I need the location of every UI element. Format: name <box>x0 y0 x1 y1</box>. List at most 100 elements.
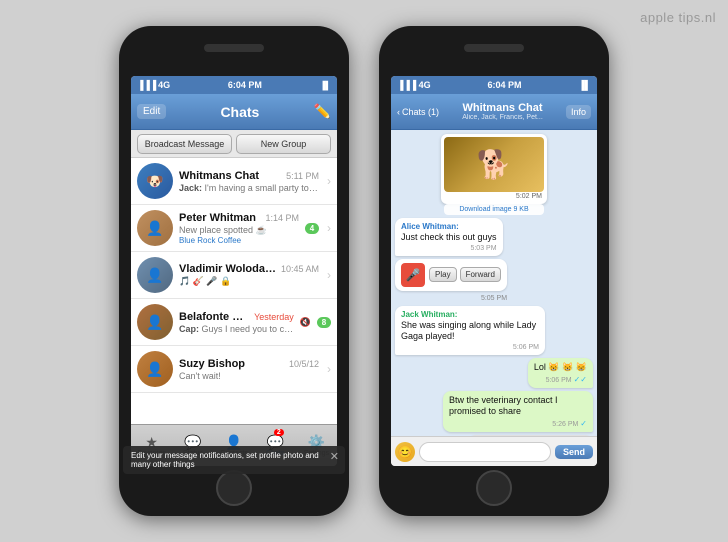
nav-bar-left: Edit Chats ✏️ <box>131 94 337 130</box>
chat-name-vladimir: Vladimir Wolodarsky <box>179 263 277 275</box>
voice-record-icon: 🎤 <box>401 263 425 287</box>
phone-right-screen: ▐▐▐ 4G 6:04 PM ▐▌ ‹ Chats (1) Whitmans C… <box>391 76 597 466</box>
phone-left-screen: ▐▐▐ 4G 6:04 PM ▐▌ Edit Chats ✏️ Broadcas… <box>131 76 337 466</box>
broadcast-button[interactable]: Broadcast Message <box>137 134 232 154</box>
msg-download-bar[interactable]: Download image 9 KB <box>444 204 544 215</box>
msg-image-container: 🐕 5:02 PM <box>441 134 547 204</box>
info-button[interactable]: Info <box>566 105 591 119</box>
home-button-right[interactable] <box>476 470 512 506</box>
chat-list: 🐶 Whitmans Chat 5:11 PM Jack: I'm having… <box>131 158 337 424</box>
input-bar: 😊 Send <box>391 436 597 466</box>
chat-item-suzy[interactable]: 👤 Suzy Bishop 10/5/12 Can't wait! › <box>131 346 337 393</box>
chevron-peter: › <box>327 221 331 235</box>
msg-jack-text: Jack Whitman: She was singing along whil… <box>395 306 545 355</box>
edit-button[interactable]: Edit <box>137 104 166 119</box>
network-type: 4G <box>158 80 170 90</box>
chevron-suzy: › <box>327 362 331 376</box>
messages-area: 🐕 5:02 PM Download image 9 KB Alice Whit… <box>391 130 597 436</box>
msg-time-lol: 5:06 PM ✓✓ <box>534 375 587 384</box>
chat-preview-peter: New place spotted ☕ <box>179 225 299 236</box>
chat-name-peter: Peter Whitman <box>179 212 256 224</box>
signal-left: ▐▐▐ 4G <box>137 80 170 90</box>
time-left: 6:04 PM <box>228 80 262 90</box>
status-bar-left: ▐▐▐ 4G 6:04 PM ▐▌ <box>131 76 337 94</box>
chat-detail-title-area: Whitmans Chat Alice, Jack, Francis, Pet.… <box>439 102 566 121</box>
battery-left: ▐▌ <box>320 81 331 90</box>
back-chevron-icon: ‹ <box>397 107 400 117</box>
chat-item-peter[interactable]: 👤 Peter Whitman 1:14 PM New place spotte… <box>131 205 337 252</box>
chat-time-peter: 1:14 PM <box>265 213 299 223</box>
chat-item-whitmans[interactable]: 🐶 Whitmans Chat 5:11 PM Jack: I'm having… <box>131 158 337 205</box>
voice-controls: Play Forward <box>429 267 501 282</box>
battery-right: ▐▌ <box>578 80 591 90</box>
msg-sent-lol: Lol 😸 😸 😸 5:06 PM ✓✓ <box>528 358 593 388</box>
chat-time-suzy: 10/5/12 <box>289 359 319 369</box>
watermark: apple tips.nl <box>640 10 716 25</box>
chat-time-whitmans: 5:11 PM <box>286 171 319 181</box>
send-button[interactable]: Send <box>555 445 593 459</box>
msg-sender-jack: Jack Whitman: <box>401 310 539 319</box>
chat-content-peter: Peter Whitman 1:14 PM New place spotted … <box>179 212 299 245</box>
voice-forward-button[interactable]: Forward <box>460 267 501 282</box>
status-bar-right: ▐▐▐ 4G 6:04 PM ▐▌ <box>391 76 597 94</box>
msg-image-row: 🐕 5:02 PM Download image 9 KB <box>395 134 593 215</box>
chat-content-vladimir: Vladimir Wolodarsky 10:45 AM 🎵 🎸 🎤 🔒 <box>179 263 319 287</box>
new-group-button[interactable]: New Group <box>236 134 331 154</box>
chat-name-belafonte: Belafonte Crew <box>179 311 250 323</box>
msg-sender-alice: Alice Whitman: <box>401 222 497 231</box>
msg-image-thumb: 🐕 <box>444 137 544 192</box>
compose-button[interactable]: ✏️ <box>314 103 331 120</box>
voice-time: 5:05 PM <box>395 295 593 302</box>
chat-name-whitmans: Whitmans Chat <box>179 170 259 182</box>
avatar-belafonte: 👤 <box>137 304 173 340</box>
battery-icon: ▐▌ <box>320 81 331 90</box>
msg-time-alice: 5:03 PM <box>401 245 497 252</box>
msg-text-btw: Btw the veterinary contact I promised to… <box>449 395 587 418</box>
msg-text-lol: Lol 😸 😸 😸 <box>534 362 587 374</box>
chat-name-suzy: Suzy Bishop <box>179 358 245 370</box>
chats-title: Chats <box>166 104 313 120</box>
chat-detail-nav: ‹ Chats (1) Whitmans Chat Alice, Jack, F… <box>391 94 597 130</box>
mute-icon-belafonte: 🔇 <box>300 317 311 328</box>
back-label: Chats (1) <box>402 107 439 117</box>
avatar-peter: 👤 <box>137 210 173 246</box>
emoji-button[interactable]: 😊 <box>395 442 415 462</box>
avatar-suzy: 👤 <box>137 351 173 387</box>
msg-sent-btw: Btw the veterinary contact I promised to… <box>443 391 593 432</box>
back-button[interactable]: ‹ Chats (1) <box>397 107 439 117</box>
chat-time-belafonte: Yesterday <box>254 312 294 322</box>
action-bar: Broadcast Message New Group <box>131 130 337 158</box>
home-button-left[interactable] <box>216 470 252 506</box>
chat-preview-belafonte: Cap: Guys I need you to come... <box>179 324 294 334</box>
page-background: apple tips.nl ▐▐▐ 4G 6:04 PM ▐▌ Edit Cha… <box>0 0 728 542</box>
chats-tab-badge: 2 <box>274 429 284 436</box>
msg-alice-text: Alice Whitman: Just check this out guys … <box>395 218 503 256</box>
checkmarks-btw: ✓ <box>580 419 587 428</box>
voice-play-button[interactable]: Play <box>429 267 457 282</box>
checkmarks-lol: ✓✓ <box>574 375 587 384</box>
msg-time-btw: 5:26 PM ✓ <box>449 419 587 428</box>
chat-time-vladimir: 10:45 AM <box>281 264 319 274</box>
msg-voice-bubble: 🎤 Play Forward <box>395 259 507 291</box>
message-input[interactable] <box>419 442 551 462</box>
signal-bars: ▐▐▐ <box>137 80 156 90</box>
chat-content-belafonte: Belafonte Crew Yesterday Cap: Guys I nee… <box>179 311 294 334</box>
badge-belafonte: 8 <box>317 317 331 328</box>
chat-subpreview-peter: Blue Rock Coffee <box>179 236 299 245</box>
group-chat-name: Whitmans Chat <box>462 102 542 114</box>
signal-right: ▐▐▐ 4G <box>397 80 431 90</box>
msg-image-time: 5:02 PM <box>444 192 544 201</box>
chat-preview-suzy: Can't wait! <box>179 371 319 381</box>
chat-item-belafonte[interactable]: 👤 Belafonte Crew Yesterday Cap: Guys I n… <box>131 299 337 346</box>
chat-item-vladimir[interactable]: 👤 Vladimir Wolodarsky 10:45 AM 🎵 🎸 🎤 🔒 › <box>131 252 337 299</box>
phone-left: ▐▐▐ 4G 6:04 PM ▐▌ Edit Chats ✏️ Broadcas… <box>119 26 349 516</box>
time-right: 6:04 PM <box>487 80 521 90</box>
msg-text-alice: Just check this out guys <box>401 232 497 244</box>
msg-text-jack: She was singing along while Lady Gaga pl… <box>401 320 539 343</box>
badge-peter: 4 <box>305 223 319 234</box>
group-members: Alice, Jack, Francis, Pet... <box>462 114 543 121</box>
avatar-whitmans: 🐶 <box>137 163 173 199</box>
chat-content-whitmans: Whitmans Chat 5:11 PM Jack: I'm having a… <box>179 170 319 193</box>
chevron-vladimir: › <box>327 268 331 282</box>
chevron-whitmans: › <box>327 174 331 188</box>
